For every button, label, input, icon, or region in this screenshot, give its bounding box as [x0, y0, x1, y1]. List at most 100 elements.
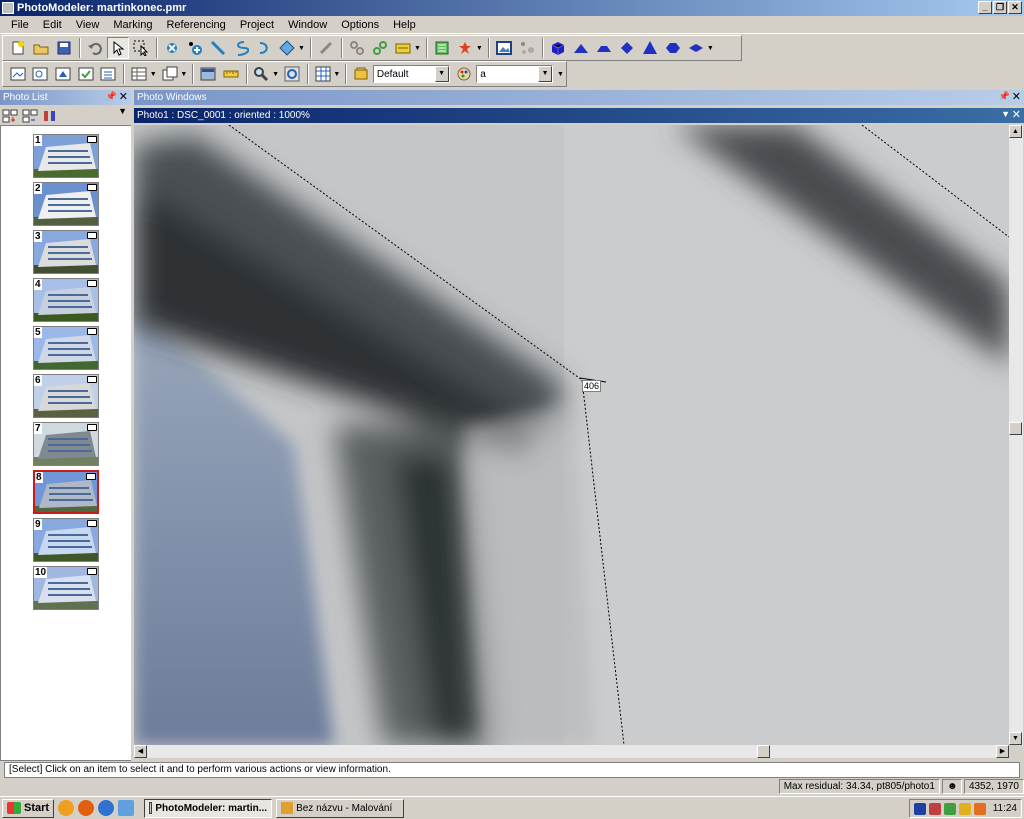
chevron-down-icon[interactable]: ▼ — [476, 45, 483, 52]
prism-icon[interactable] — [616, 37, 638, 59]
chevron-down-icon[interactable]: ▼ — [272, 71, 279, 78]
close-icon[interactable]: ✕ — [119, 90, 128, 103]
reference-icon[interactable] — [346, 37, 368, 59]
pin-icon[interactable]: 📌 — [999, 91, 1010, 102]
menu-project[interactable]: Project — [233, 19, 281, 31]
mark-line-icon[interactable] — [207, 37, 229, 59]
run-icon[interactable] — [454, 37, 476, 59]
vertical-scrollbar[interactable]: ▲ ▼ — [1009, 125, 1023, 745]
table-view-icon[interactable] — [128, 63, 150, 85]
menu-options[interactable]: Options — [334, 19, 386, 31]
mark-point-icon[interactable] — [184, 37, 206, 59]
chevron-down-icon[interactable]: ▼ — [414, 45, 421, 52]
process-icon[interactable] — [431, 37, 453, 59]
close-icon[interactable]: ✕ — [1012, 90, 1021, 103]
photo-check-icon[interactable] — [75, 63, 97, 85]
scroll-up-icon[interactable]: ▲ — [1009, 125, 1022, 138]
new-project-icon[interactable] — [7, 37, 29, 59]
point-label[interactable]: 406 — [582, 380, 602, 392]
chevron-down-icon[interactable]: ▼ — [298, 45, 305, 52]
save-icon[interactable] — [53, 37, 75, 59]
mark-edge-icon[interactable] — [253, 37, 275, 59]
photo-thumbnail[interactable]: 9 — [33, 518, 99, 562]
zoom-icon[interactable] — [251, 63, 273, 85]
select-region-icon[interactable] — [130, 37, 152, 59]
pyramid-icon[interactable] — [639, 37, 661, 59]
chevron-down-icon[interactable]: ▼ — [707, 45, 714, 52]
photo-thumbnail[interactable]: 2 — [33, 182, 99, 226]
wedge-icon[interactable] — [570, 37, 592, 59]
task-photomodeler[interactable]: PhotoModeler: martin... — [144, 798, 273, 818]
tray-app-icon[interactable] — [958, 802, 971, 815]
collapse-icon[interactable] — [22, 109, 38, 123]
horizontal-scrollbar[interactable]: ◀ ▶ — [134, 745, 1009, 758]
start-button[interactable]: Start — [2, 798, 55, 818]
scroll-down-icon[interactable]: ▼ — [1009, 732, 1022, 745]
hexagon-icon[interactable] — [662, 37, 684, 59]
menu-help[interactable]: Help — [386, 19, 423, 31]
expand-icon[interactable] — [2, 109, 18, 123]
chevron-down-icon[interactable]: ▼ — [150, 71, 157, 78]
plane-icon[interactable] — [685, 37, 707, 59]
window-layout-icon[interactable] — [159, 63, 181, 85]
chevron-down-icon[interactable]: ▼ — [118, 106, 127, 116]
menu-marking[interactable]: Marking — [106, 19, 159, 31]
scroll-thumb[interactable] — [757, 745, 770, 758]
language-icon[interactable] — [913, 802, 926, 815]
mark-surface-icon[interactable] — [276, 37, 298, 59]
photo-list-icon[interactable] — [98, 63, 120, 85]
browser-icon[interactable] — [98, 800, 115, 816]
grid-icon[interactable] — [312, 63, 334, 85]
marking-style-icon[interactable] — [350, 63, 372, 85]
roof-icon[interactable] — [593, 37, 615, 59]
network-icon[interactable] — [943, 802, 956, 815]
tray-app-icon[interactable] — [973, 802, 986, 815]
undo-icon[interactable] — [84, 37, 106, 59]
photo-thumbnail[interactable]: 5 — [33, 326, 99, 370]
tray-app-icon[interactable] — [928, 802, 941, 815]
panel-icon[interactable] — [197, 63, 219, 85]
mark-curve-icon[interactable] — [230, 37, 252, 59]
photo-thumbnail[interactable]: 6 — [33, 374, 99, 418]
pin-icon[interactable]: 📌 — [106, 91, 117, 102]
zoom-photo-icon[interactable] — [30, 63, 52, 85]
photo-thumbnail[interactable]: 4 — [33, 278, 99, 322]
box-icon[interactable] — [547, 37, 569, 59]
menu-edit[interactable]: Edit — [36, 19, 69, 31]
photo-thumbnail[interactable]: 3 — [33, 230, 99, 274]
style-combo[interactable]: Default ▼ — [372, 65, 450, 83]
chevron-down-icon[interactable]: ▼ — [557, 71, 564, 78]
photo-view-icon[interactable] — [493, 37, 515, 59]
photo-thumbnail[interactable]: 1 — [33, 134, 99, 178]
photo-thumbnail[interactable]: 10 — [33, 566, 99, 610]
menu-referencing[interactable]: Referencing — [159, 19, 232, 31]
delete-point-icon[interactable] — [161, 37, 183, 59]
chevron-down-icon[interactable]: ▼ — [538, 66, 553, 82]
close-icon[interactable]: ✕ — [1012, 108, 1021, 121]
select-mode-icon[interactable] — [107, 37, 129, 59]
menu-view[interactable]: View — [69, 19, 107, 31]
smartmatch-icon[interactable] — [392, 37, 414, 59]
task-paint[interactable]: Bez názvu - Malování — [276, 798, 405, 818]
point-cloud-icon[interactable] — [516, 37, 538, 59]
measure-icon[interactable] — [315, 37, 337, 59]
open-icon[interactable] — [30, 37, 52, 59]
chevron-down-icon[interactable]: ▼ — [180, 71, 187, 78]
palette-icon[interactable] — [454, 63, 476, 85]
zoom-fit-icon[interactable] — [281, 63, 303, 85]
link-icon[interactable] — [369, 37, 391, 59]
scroll-thumb[interactable] — [1009, 422, 1022, 435]
menu-window[interactable]: Window — [281, 19, 334, 31]
firefox-icon[interactable] — [78, 800, 95, 816]
chevron-down-icon[interactable]: ▼ — [1001, 109, 1010, 119]
menu-file[interactable]: File — [4, 19, 36, 31]
restore-button[interactable]: ❐ — [993, 1, 1007, 14]
sort-icon[interactable] — [42, 109, 58, 123]
photo-canvas[interactable]: 406 — [134, 125, 1009, 745]
minimize-button[interactable]: _ — [978, 1, 992, 14]
photo-table-icon[interactable] — [7, 63, 29, 85]
desktop-icon[interactable] — [118, 800, 135, 816]
close-button[interactable]: ✕ — [1008, 1, 1022, 14]
scroll-left-icon[interactable]: ◀ — [134, 745, 147, 758]
layer-combo[interactable]: a ▼ — [476, 65, 554, 83]
